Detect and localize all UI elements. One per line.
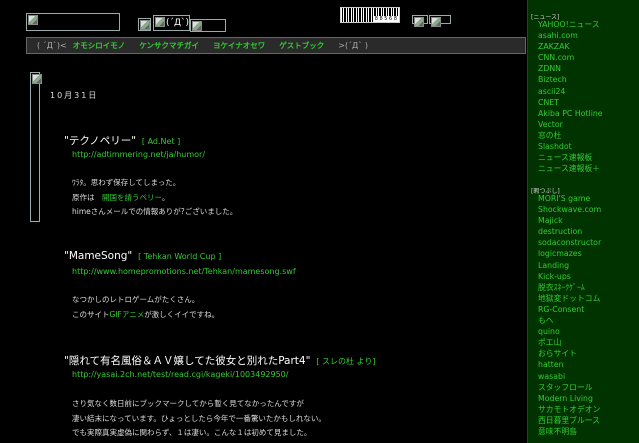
entry-line: さり気なく数日前にブックマークしてから暫く見てなかったんですが [72,399,304,408]
sidebar-link[interactable]: Shockwave.com [538,204,601,215]
sidebar-link[interactable]: destruction [538,226,601,237]
entry-title: "テクノペリー" [ Ad.Net ] [64,133,180,148]
sidebar-link[interactable]: asahi.com [538,30,603,41]
bracket-close: ] [215,252,222,261]
sidebar-link[interactable]: 窓の杜 [538,130,603,141]
sidebar-killtime-list: MORI'S game Shockwave.com Majick destructio… [538,193,601,437]
sidebar-link[interactable]: スタッフロール [538,382,601,393]
sidebar-link[interactable]: CNET [538,97,603,108]
entry-source: [ スレの杜 より] [314,357,376,366]
nav-link-omoshiro[interactable]: オモシロイモノ [73,40,126,51]
entry-line: himeさんメールでの情報ありが?ございました。 [72,207,238,216]
sidebar-link[interactable]: Modern Living [538,393,601,404]
nav-bar: ( ´Д`)< オモシロイモノ ケンサクマチガイ ヨケイナオセワ ゲストブック … [26,37,526,54]
sidebar-link[interactable]: wasabi [538,371,601,382]
post-date: 10月31日 [50,91,99,100]
nav-face-left: ( ´Д`)< [37,41,67,50]
sidebar-link[interactable]: もへ [538,315,601,326]
entry-body: ﾜﾗﾀ。思わず保存してしまった。 原作は 開国を請うペリー。 himeさんメール… [72,176,237,220]
sidebar-link[interactable]: RG-Consent [538,304,601,315]
entry-body: なつかしのレトロゲームがたくさん。 このサイトGIFアニメが激しくイイですね。 [72,293,219,322]
entry-title: "MameSong" [ Tehkan World Cup ] [64,250,221,262]
entry-line: でも実際真実虚偽に関わらず、１は凄い。こんな１は初めて見ました。 [72,428,312,437]
header-face-image: (´Д`) [153,15,190,31]
header-image-wide [190,19,226,32]
entry-url-link[interactable]: http://adtimmering.net/ja/humor/ [72,150,205,159]
entry-line: ﾜﾗﾀ。思わず保存してしまった。 [72,178,181,187]
sidebar-link[interactable]: Akiba PC Hotline [538,108,603,119]
nav-link-kensaku[interactable]: ケンサクマチガイ [139,40,199,51]
entry-title-text: "MameSong" [64,250,133,262]
entry-line-post: 。 [161,192,170,202]
sidebar-link[interactable]: ポエ山 [538,337,601,348]
entry-url-link[interactable]: http://yasai.2ch.net/test/read.cgi/kagek… [72,370,288,379]
sidebar-link[interactable]: Vector [538,119,603,130]
entry-url-link[interactable]: http://www.homepromotions.net/Tehkan/mam… [72,267,296,276]
sidebar-link[interactable]: Landing [538,260,601,271]
sidebar-link[interactable]: logicmazes [538,248,601,259]
entry-source-link[interactable]: Ad.Net [148,137,175,146]
header-face-text: (´Д`) [166,18,190,28]
entry-inline-link[interactable]: GIFアニメ [110,310,145,319]
nav-face-right: >(´Д` ) [338,41,368,50]
access-counter: 8 8 5 6 8 [340,7,400,23]
counter-digits: 8 8 5 6 8 [373,16,398,22]
sidebar-link[interactable]: ZAKZAK [538,41,603,52]
counter-badge-image-2[interactable] [429,15,451,27]
entry-source-link[interactable]: Tehkan World Cup [144,252,216,261]
entry-body: さり気なく数日前にブックマークしてから暫く見てなかったんですが 凄い結末になって… [72,397,326,441]
entry-source-link[interactable]: スレの杜 [322,357,354,366]
bracket-close: より] [354,357,376,366]
sidebar-link[interactable]: 脱衣ｽﾈｰｸｹﾞｰﾑ [538,282,601,293]
entry-inline-link[interactable]: 開国を請うペリー [102,193,162,202]
sidebar-link[interactable]: Kick-ups [538,271,601,282]
sidebar-link[interactable]: hatten [538,359,601,370]
entry-line: なつかしのレトロゲームがたくさん。 [72,295,200,304]
nav-link-yokei[interactable]: ヨケイナオセワ [213,40,265,51]
sidebar-link[interactable]: 地獄変ドットコム [538,293,601,304]
sidebar-link[interactable]: Biztech [538,74,603,85]
entry-source: [ Ad.Net ] [139,137,180,146]
sidebar-link[interactable]: quino [538,326,601,337]
sidebar-link[interactable]: YAHOO!ニュース [538,19,603,30]
entry-title-text: "テクノペリー" [64,135,137,147]
entry-title: "隠れて有名風俗＆ＡＶ嬢してた彼女と別れたPart4" [ スレの杜 より] [64,353,376,368]
counter-badge-image[interactable] [412,15,428,27]
sidebar-link[interactable]: 西日暮里ブルース [538,415,601,426]
entry-line-pre: このサイト [72,309,110,319]
sidebar-link[interactable]: サカモトオデオン [538,404,601,415]
sidebar-link[interactable]: Slashdot [538,141,603,152]
sidebar-link[interactable]: sodaconstructor [538,237,601,248]
bracket-close: ] [174,137,181,146]
entry-line-pre: 原作は [72,192,102,202]
sidebar-link[interactable]: Majick [538,215,601,226]
entry-source: [ Tehkan World Cup ] [136,252,222,261]
sidebar-link[interactable]: ニュース速報板 [538,152,603,163]
entry-line: このサイトGIFアニメが激しくイイですね。 [72,308,219,323]
nav-link-guestbook[interactable]: ゲストブック [279,40,324,51]
sidebar-link[interactable]: CNN.com [538,52,603,63]
content-side-image [30,72,42,222]
sidebar-link[interactable]: おらサイト [538,348,601,359]
site-banner-image[interactable] [26,13,120,31]
sidebar-link[interactable]: ニュース速報板＋ [538,163,603,174]
entry-title-text: "隠れて有名風俗＆ＡＶ嬢してた彼女と別れたPart4" [64,355,311,367]
sidebar-link[interactable]: ZDNN [538,63,603,74]
sidebar: [ニュース] YAHOO!ニュース asahi.com ZAKZAK CNN.com Z… [527,0,639,443]
sidebar-link[interactable]: 意味不明島 [538,426,601,437]
header-image-small [138,18,151,31]
sidebar-news-list: YAHOO!ニュース asahi.com ZAKZAK CNN.com ZDNN Bizt… [538,19,603,174]
sidebar-link[interactable]: ascii24 [538,86,603,97]
entry-line-post: が激しくイイですね。 [144,309,220,319]
sidebar-link[interactable]: MORI'S game [538,193,601,204]
entry-line: 原作は 開国を請うペリー。 [72,191,237,206]
entry-line: 凄い結末になっています。ひょっとしたら今年で一番驚いたかもしれない。 [72,413,326,423]
